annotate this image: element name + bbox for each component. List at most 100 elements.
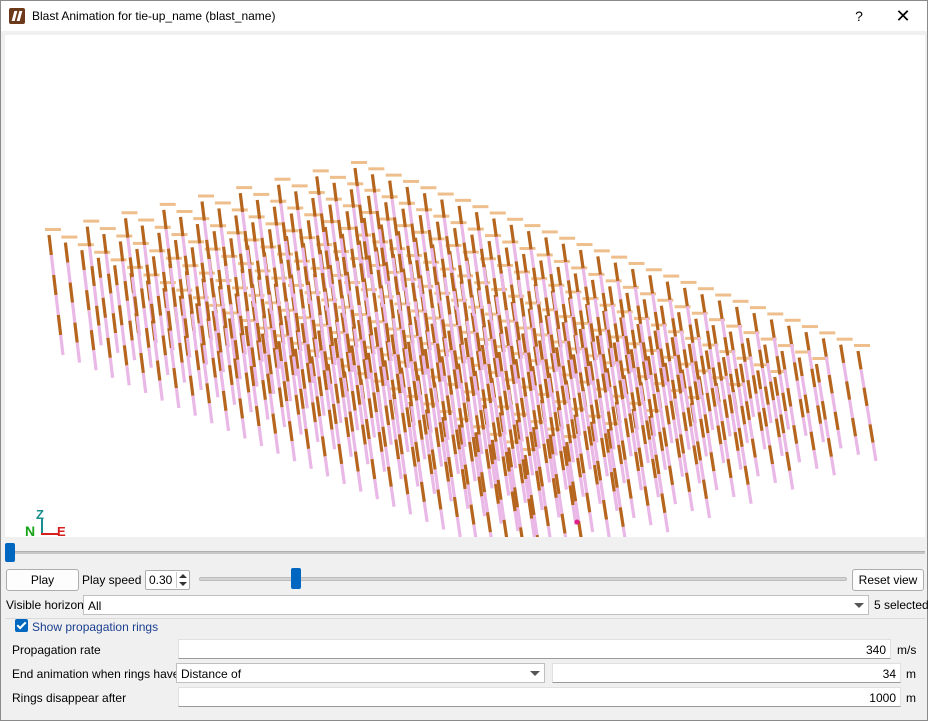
play-speed-value[interactable]: 0.30 — [149, 573, 172, 587]
blast-hole-segment — [340, 358, 346, 379]
blast-hole-segment — [408, 426, 414, 448]
blast-hole-segment — [421, 414, 428, 435]
help-button[interactable]: ? — [837, 1, 881, 31]
play-button[interactable]: Play — [6, 569, 79, 591]
blast-hole-segment — [236, 234, 243, 254]
chevron-down-icon[interactable] — [854, 603, 864, 608]
blast-hole-segment — [687, 491, 695, 512]
blast-hole-segment — [566, 280, 573, 299]
hole-depth-label — [467, 227, 484, 231]
blast-hole-segment — [504, 370, 511, 390]
play-speed-spinbox[interactable]: 0.30 — [145, 570, 190, 590]
blast-hole-segment — [658, 431, 665, 452]
blast-hole-segment — [580, 411, 587, 432]
blast-hole-segment — [115, 285, 122, 306]
hole-depth-label — [61, 235, 78, 239]
blast-hole-segment — [348, 371, 355, 392]
hole-depth-label — [732, 299, 749, 303]
blast-hole-segment — [645, 317, 652, 337]
blast-hole-segment — [581, 268, 588, 287]
timeline-track[interactable] — [9, 551, 925, 554]
blast-hole-segment — [465, 422, 472, 443]
blast-hole-segment — [642, 401, 649, 421]
blast-hole-segment — [455, 246, 462, 266]
blast-hole-segment — [626, 479, 633, 499]
blast-hole-segment — [300, 369, 307, 390]
blast-hole-segment — [678, 434, 686, 454]
hole-depth-label — [502, 240, 519, 244]
blast-hole-segment — [364, 378, 371, 399]
hole-depth-label — [99, 227, 116, 231]
blast-hole-segment — [438, 421, 445, 443]
blast-hole-segment — [90, 266, 96, 287]
blast-hole-segment — [180, 362, 187, 383]
blast-hole-segment — [573, 438, 580, 459]
blast-hole-segment — [371, 232, 378, 252]
blast-hole-segment — [403, 432, 410, 453]
blast-animation-window: Blast Animation for tie-up_name (blast_n… — [0, 0, 928, 721]
blast-hole-segment — [723, 439, 730, 460]
propagation-rate-input[interactable]: 340 — [178, 639, 891, 659]
end-distance-input[interactable]: 34 — [552, 663, 901, 683]
spin-arrows[interactable] — [176, 572, 188, 588]
blast-hole-segment — [546, 255, 553, 275]
blast-hole-segment — [816, 405, 823, 424]
blast-hole-segment — [422, 501, 429, 523]
blast-hole-segment — [410, 446, 417, 467]
play-speed-slider-handle[interactable] — [291, 568, 301, 589]
blast-hole-segment — [501, 351, 508, 372]
blast-hole-segment — [347, 436, 353, 457]
blast-hole-segment — [651, 293, 657, 313]
blast-hole-segment — [659, 305, 666, 325]
blast-hole-segment — [672, 419, 679, 439]
hole-depth-label — [121, 211, 138, 215]
blast-hole-segment — [726, 458, 733, 479]
blast-hole-segment — [679, 393, 686, 413]
show-propagation-rings-label[interactable]: Show propagation rings — [32, 620, 158, 634]
hole-depth-label — [210, 224, 227, 228]
visible-horizons-select[interactable]: All — [83, 595, 869, 615]
blast-hole-segment — [485, 512, 492, 533]
blast-hole-segment — [833, 411, 840, 431]
hole-depth-label — [485, 234, 502, 238]
chevron-down-icon[interactable] — [530, 671, 540, 676]
hole-depth-label — [819, 331, 836, 335]
spin-down-icon[interactable] — [179, 582, 187, 586]
3d-viewport[interactable]: Z N E — [5, 35, 925, 537]
blast-hole-segment — [128, 320, 134, 341]
blast-hole-segment — [645, 420, 652, 440]
blast-hole-segment — [768, 381, 776, 401]
blast-hole-segment — [426, 368, 433, 389]
blast-hole-segment — [252, 385, 258, 407]
hole-depth-label — [801, 325, 818, 329]
blast-hole-segment — [745, 337, 752, 357]
blast-hole-segment — [126, 237, 132, 258]
blast-hole-segment — [163, 355, 170, 376]
blast-hole-segment — [616, 280, 623, 300]
blast-hole-segment — [709, 452, 716, 472]
blast-hole-segment — [628, 413, 635, 433]
blast-hole-segment — [563, 533, 568, 537]
show-propagation-rings-checkbox[interactable] — [15, 619, 28, 632]
blast-hole-segment — [308, 382, 315, 403]
blast-hole-segment — [660, 493, 667, 514]
blast-hole-segment — [848, 399, 855, 419]
spin-up-icon[interactable] — [179, 574, 187, 578]
rings-disappear-input[interactable]: 1000 — [178, 687, 901, 707]
timeline-slider[interactable] — [5, 541, 925, 563]
blast-hole-segment — [75, 342, 82, 363]
blast-hole-segment — [318, 416, 325, 437]
blast-hole-segment — [403, 474, 410, 495]
blast-hole-segment — [330, 429, 337, 450]
hole-depth-label — [576, 243, 593, 247]
blast-hole-segment — [370, 458, 377, 480]
end-animation-mode-select[interactable]: Distance of — [176, 663, 545, 683]
blast-hole-segment — [803, 394, 810, 414]
reset-view-button[interactable]: Reset view — [852, 569, 924, 591]
blast-hole-segment — [401, 412, 407, 433]
blast-hole-segment — [781, 392, 788, 412]
blast-hole-segment — [283, 361, 290, 382]
blast-hole-segment — [518, 527, 524, 537]
close-button[interactable]: ✕ — [881, 1, 925, 31]
timeline-handle[interactable] — [5, 543, 15, 562]
